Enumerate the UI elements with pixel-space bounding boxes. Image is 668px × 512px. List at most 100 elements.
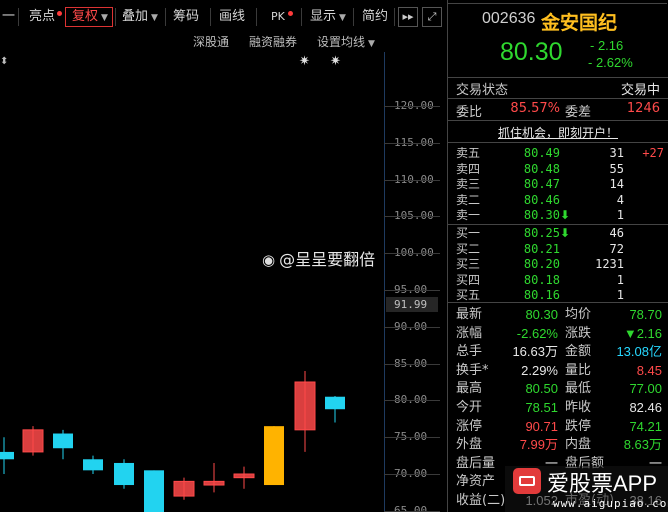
candle[interactable] <box>53 429 73 460</box>
candle[interactable] <box>22 426 44 456</box>
order-volume: 1 <box>616 208 624 223</box>
order-level-label: 买一 <box>456 226 481 240</box>
connect-button[interactable]: 深股通 <box>193 33 229 50</box>
order-price: 80.21 <box>523 241 560 256</box>
simple-mode-button[interactable]: 简约 <box>362 5 388 29</box>
price-tick-line <box>384 106 440 107</box>
price-tick-line <box>384 216 440 218</box>
chart-subbar: 深股通 融资融券 设置均线 ▼ <box>0 30 447 52</box>
toolbar-divider <box>210 8 211 26</box>
stat-label: 最低 <box>565 381 592 397</box>
order-book-row[interactable]: 买三 80.20 1231 <box>448 257 668 272</box>
stat-label: 跌停 <box>565 418 592 434</box>
pk-button[interactable]: PK <box>271 5 285 29</box>
fullscreen-icon[interactable]: ⤢ <box>422 7 442 27</box>
stat-value: 7.99万 <box>519 437 558 453</box>
order-book-row[interactable]: 买四 80.18 1 <box>448 273 668 288</box>
order-book-row[interactable]: 卖五 80.49 31 +27 <box>448 146 668 161</box>
divider <box>448 77 668 78</box>
stats-row: 换手* 2.29% 量比 8.45 <box>448 361 668 380</box>
candle[interactable] <box>233 466 255 489</box>
toolbar-divider <box>353 8 354 26</box>
candle-body <box>173 480 195 497</box>
chart-toolbar: 一 亮点 复权 ▼ 叠加 ▼ 筹码 画线 PK 显示 ▼ 简约 ▸▸ ⤢ <box>0 5 447 29</box>
margin-trading-button[interactable]: 融资融券 <box>249 33 297 50</box>
stat-label: 均价 <box>565 307 592 322</box>
order-book-row[interactable]: 卖四 80.48 55 <box>448 162 668 177</box>
expand-icon[interactable]: ▸▸ <box>398 7 418 27</box>
stat-label: 昨收 <box>565 400 592 415</box>
order-diff-label: 委差 <box>565 105 592 120</box>
candle[interactable] <box>83 455 103 474</box>
highlights-button[interactable]: 亮点 <box>29 5 55 29</box>
divider <box>448 120 668 121</box>
stat-value: 77.00 <box>629 381 662 397</box>
order-ratio-value: 85.57% <box>510 101 560 116</box>
adjust-price-button[interactable]: 复权 ▼ <box>72 5 108 29</box>
stat-label: 涨停 <box>456 418 483 434</box>
stat-value: -2.62% <box>516 325 558 341</box>
order-level-label: 买三 <box>456 257 481 272</box>
candle[interactable] <box>0 437 14 474</box>
order-volume: 4 <box>616 192 624 207</box>
candle[interactable] <box>325 395 345 423</box>
candle-body <box>294 381 316 431</box>
order-level-label: 卖二 <box>456 192 481 207</box>
order-price: 80.46 <box>523 192 560 207</box>
candle-body <box>264 426 284 486</box>
open-account-link[interactable]: 抓住机会，即刻开户！ <box>448 124 668 141</box>
app-banner[interactable]: 爱股票APP www.aigupiao.com <box>505 466 668 512</box>
candle[interactable] <box>203 462 225 493</box>
stat-label: 盘后量 <box>456 455 496 471</box>
order-ratio-label: 委比 <box>456 105 483 120</box>
price-tick-line <box>384 437 440 439</box>
candle-body <box>325 396 345 410</box>
candle[interactable] <box>264 426 284 486</box>
order-book-row[interactable]: 买二 80.21 72 <box>448 242 668 257</box>
candle[interactable] <box>173 477 195 500</box>
divider <box>448 142 668 143</box>
toolbar-divider <box>115 8 116 26</box>
trade-status-value: 交易中 <box>620 83 660 98</box>
panel-top-border <box>448 3 667 4</box>
order-diff-value: 1246 <box>626 101 660 116</box>
order-volume: 55 <box>609 161 624 176</box>
candlestick-chart[interactable] <box>0 52 447 512</box>
collapse-minus-button[interactable]: 一 <box>2 5 15 29</box>
display-button[interactable]: 显示 ▼ <box>310 5 346 29</box>
divider <box>448 302 668 303</box>
order-volume: 1 <box>616 272 624 287</box>
app-logo-icon <box>513 468 541 494</box>
stats-row: 外盘 7.99万 内盘 8.63万 <box>448 435 668 454</box>
price-tick-line <box>384 400 440 402</box>
chips-button[interactable]: 筹码 <box>173 5 199 29</box>
down-arrow-icon: ⬇ <box>560 208 571 223</box>
candle-body <box>22 429 44 453</box>
stock-name[interactable]: 金安国纪 <box>541 8 617 35</box>
order-book-row[interactable]: 卖二 80.46 4 <box>448 193 668 208</box>
order-price: 80.20 <box>523 257 560 272</box>
order-level-label: 卖四 <box>456 161 481 176</box>
candle-body <box>83 459 103 471</box>
overlay-button[interactable]: 叠加 ▼ <box>122 5 158 29</box>
price-tick-line <box>384 290 440 291</box>
order-price: 80.30 <box>523 208 560 223</box>
order-volume: 72 <box>609 241 624 256</box>
stat-value: 78.51 <box>525 400 558 415</box>
last-price: 80.30 <box>500 38 563 66</box>
candle[interactable] <box>294 370 316 452</box>
draw-line-button[interactable]: 画线 <box>219 5 245 29</box>
ma-settings-button[interactable]: 设置均线 ▼ <box>317 33 375 50</box>
stat-value: 80.30 <box>525 307 558 322</box>
price-change-percent: - 2.62% <box>588 55 633 70</box>
order-book-row[interactable]: 买一 80.25 ⬇ 46 <box>448 226 668 241</box>
stock-code: 002636 <box>482 10 536 27</box>
chevron-down-icon: ▼ <box>368 39 375 49</box>
order-price: 80.48 <box>523 161 560 176</box>
stat-value: 8.63万 <box>623 437 662 453</box>
order-book-row[interactable]: 卖三 80.47 14 <box>448 177 668 192</box>
candle[interactable] <box>114 459 134 489</box>
order-price: 80.18 <box>523 272 560 287</box>
candle[interactable] <box>144 470 164 512</box>
order-book-row[interactable]: 卖一 80.30 ⬇ 1 <box>448 208 668 223</box>
